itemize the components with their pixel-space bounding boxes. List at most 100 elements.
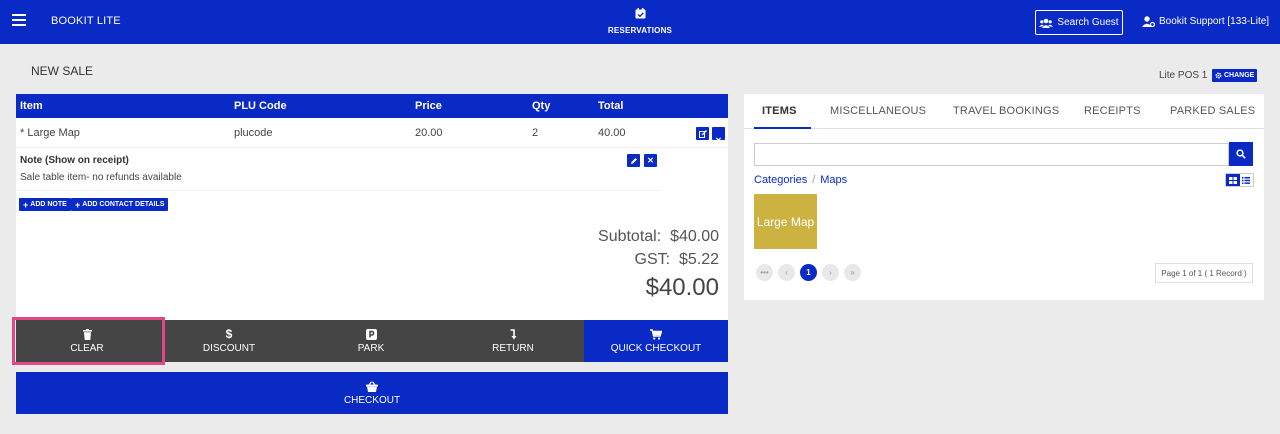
return-button[interactable]: RETURN xyxy=(442,320,584,362)
users-icon xyxy=(1039,18,1054,28)
sale-panel: Item PLU Code Price Qty Total * Large Ma… xyxy=(16,94,728,320)
pos-label: Lite POS 1 xyxy=(1159,70,1208,81)
chevron-left-icon: ‹ xyxy=(785,268,788,277)
clear-button[interactable]: CLEAR xyxy=(16,320,158,362)
add-note-button[interactable]: + ADD NOTE xyxy=(19,198,71,211)
plus-icon: + xyxy=(75,199,81,210)
quick-checkout-label: QUICK CHECKOUT xyxy=(610,342,702,354)
cell-total: 40.00 xyxy=(598,127,626,139)
page-first-button[interactable]: ••• xyxy=(756,264,773,281)
menu-icon[interactable] xyxy=(12,14,26,26)
action-bar: CLEAR $ DISCOUNT PARK RETURN QUICK CHECK… xyxy=(16,320,728,362)
grand-total: $40.00 xyxy=(645,274,719,301)
column-header-price: Price xyxy=(415,100,442,112)
page-current[interactable]: 1 xyxy=(800,264,817,281)
return-label: RETURN xyxy=(492,342,534,354)
cell-item: * Large Map xyxy=(20,127,80,139)
column-header-plu: PLU Code xyxy=(234,100,287,112)
pagination: ••• ‹ 1 › » xyxy=(756,264,861,281)
tab-items[interactable]: ITEMS xyxy=(762,105,797,117)
discount-label: DISCOUNT xyxy=(202,342,256,354)
chevron-right-icon: › xyxy=(829,268,832,277)
change-pos-button[interactable]: CHANGE xyxy=(1212,69,1258,82)
tab-miscellaneous[interactable]: MISCELLANEOUS xyxy=(830,105,926,117)
user-cog-icon xyxy=(1142,16,1155,27)
list-view-button[interactable] xyxy=(1240,174,1254,186)
note-block: Note (Show on receipt) Sale table item- … xyxy=(16,148,660,191)
search-guest-button[interactable]: Search Guest xyxy=(1035,10,1123,35)
item-search-input[interactable] xyxy=(754,143,1229,166)
breadcrumb-maps[interactable]: Maps xyxy=(820,174,847,186)
trash-icon xyxy=(82,328,92,340)
park-label: PARK xyxy=(357,342,385,354)
parking-icon xyxy=(365,328,377,340)
cell-qty: 2 xyxy=(532,127,539,139)
checkout-button[interactable]: CHECKOUT xyxy=(16,372,728,414)
note-title: Note (Show on receipt) xyxy=(20,155,129,166)
user-menu[interactable]: Bookit Support [133-Lite] xyxy=(1142,16,1269,27)
grid-icon xyxy=(1228,176,1237,184)
page-info: Page 1 of 1 ( 1 Record ) xyxy=(1155,263,1253,283)
user-label: Bookit Support [133-Lite] xyxy=(1159,16,1270,27)
add-contact-label: ADD CONTACT DETAILS xyxy=(82,201,165,208)
breadcrumb: Categories / Maps xyxy=(754,174,847,186)
shopping-basket-icon xyxy=(366,380,378,392)
tab-parked-sales[interactable]: PARKED SALES xyxy=(1170,105,1255,117)
plus-icon: + xyxy=(23,199,29,210)
add-contact-details-button[interactable]: + ADD CONTACT DETAILS xyxy=(71,198,169,211)
app-title: BOOKIT LITE xyxy=(51,15,121,27)
active-tab-indicator xyxy=(754,127,811,129)
level-down-icon xyxy=(510,328,516,339)
checkout-label: CHECKOUT xyxy=(343,394,401,406)
subtotal-value: Subtotal: $40.00 xyxy=(598,228,719,245)
tab-receipts[interactable]: RECEIPTS xyxy=(1084,105,1141,117)
gear-icon xyxy=(1215,72,1222,79)
item-tile-large-map[interactable]: Large Map xyxy=(754,194,817,249)
remove-item-button[interactable]: ✕ xyxy=(712,127,725,145)
search-icon xyxy=(1236,149,1246,159)
close-icon: ✕ xyxy=(647,156,654,165)
page-prev-button[interactable]: ‹ xyxy=(778,264,795,281)
page-last-button[interactable]: » xyxy=(844,264,861,281)
table-row: * Large Map plucode 20.00 2 40.00 ✕ xyxy=(16,118,728,148)
breadcrumb-categories[interactable]: Categories xyxy=(754,174,807,186)
item-search-button[interactable] xyxy=(1229,142,1253,166)
items-tabs: ITEMS MISCELLANEOUS TRAVEL BOOKINGS RECE… xyxy=(744,94,1264,129)
add-note-label: ADD NOTE xyxy=(30,201,67,208)
column-header-qty: Qty xyxy=(532,100,551,112)
column-header-item: Item xyxy=(20,100,43,112)
cell-price: 20.00 xyxy=(415,127,443,139)
reservations-nav[interactable]: RESERVATIONS xyxy=(605,8,675,35)
cart-icon xyxy=(650,328,662,340)
sale-table-header: Item PLU Code Price Qty Total xyxy=(16,94,728,118)
view-toggle xyxy=(1225,173,1254,187)
column-header-total: Total xyxy=(598,100,624,112)
search-guest-label: Search Guest xyxy=(1057,17,1119,28)
remove-note-button[interactable]: ✕ xyxy=(644,154,657,167)
tab-travel-bookings[interactable]: TRAVEL BOOKINGS xyxy=(953,105,1059,117)
ellipsis-icon: ••• xyxy=(760,268,769,277)
reservations-label: RESERVATIONS xyxy=(607,26,673,35)
items-panel: ITEMS MISCELLANEOUS TRAVEL BOOKINGS RECE… xyxy=(744,94,1264,300)
calendar-icon xyxy=(635,8,645,19)
note-text: Sale table item- no refunds available xyxy=(20,172,182,183)
edit-icon xyxy=(698,129,707,138)
pencil-icon xyxy=(630,157,637,164)
top-navbar: BOOKIT LITE RESERVATIONS Search Guest Bo… xyxy=(0,0,1280,44)
edit-item-button[interactable] xyxy=(696,127,709,140)
park-button[interactable]: PARK xyxy=(300,320,442,362)
dollar-icon: $ xyxy=(225,326,233,341)
page-next-button[interactable]: › xyxy=(822,264,839,281)
breadcrumb-separator: / xyxy=(812,174,816,186)
cell-plu: plucode xyxy=(234,127,273,139)
quick-checkout-button[interactable]: QUICK CHECKOUT xyxy=(584,320,728,362)
discount-button[interactable]: $ DISCOUNT xyxy=(158,320,300,362)
dot-icon: » xyxy=(850,268,855,277)
gst-value: GST: $5.22 xyxy=(634,251,720,268)
edit-note-button[interactable] xyxy=(627,154,640,167)
page-title: NEW SALE xyxy=(31,64,94,78)
list-icon xyxy=(1242,176,1251,184)
grid-view-button[interactable] xyxy=(1226,174,1240,186)
change-label: CHANGE xyxy=(1224,72,1255,79)
clear-label: CLEAR xyxy=(70,342,104,354)
